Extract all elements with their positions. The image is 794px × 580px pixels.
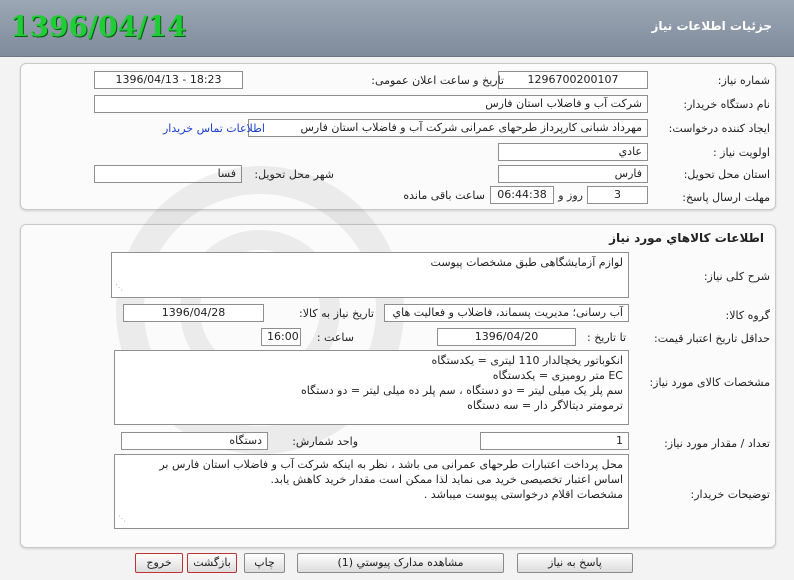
spec-line: ترمومتر دیتالاگر دار = سه دستگاه (467, 399, 623, 412)
back-button[interactable]: بازگشت (187, 553, 237, 573)
group-field: آب رسانی؛ مدیریت پسماند، فاضلاب و فعالیت… (384, 304, 629, 322)
buyer-notes-field: محل پرداخت اعتبارات طرحهای عمرانی می باش… (114, 454, 629, 529)
page-title: جزئیات اطلاعات نیاز (651, 19, 772, 33)
need-date-field: 1396/04/28 (123, 304, 264, 322)
city-label: شهر محل تحویل: (254, 168, 334, 181)
hour-label: ساعت : (316, 331, 354, 344)
province-field: فارس (498, 165, 648, 183)
buyer-org-label: نام دستگاه خریدار: (683, 98, 770, 111)
goods-section-title: اطلاعات کالاهاي مورد نياز (609, 231, 764, 245)
group-label: گروه کالا: (725, 309, 770, 322)
title-bar: 1396/04/14 جزئیات اطلاعات نیاز (0, 0, 794, 57)
print-button[interactable]: چاپ (244, 553, 285, 573)
day-and-label: روز و (558, 189, 583, 202)
description-label: شرح کلی نیاز: (703, 270, 770, 283)
city-field: فسا (94, 165, 242, 183)
qty-field: 1 (480, 432, 629, 450)
attachments-button[interactable]: مشاهده مدارک پیوستي (1) (297, 553, 504, 573)
resize-grip-icon[interactable]: ⋰ (115, 280, 123, 295)
need-date-label: تاریخ نیاز به کالا: (299, 307, 374, 320)
province-label: استان محل تحویل: (683, 168, 770, 181)
buyer-notes-label: توضیحات خریدار: (690, 488, 771, 501)
qty-label: تعداد / مقدار مورد نیاز: (664, 437, 770, 450)
exit-button[interactable]: خروج (135, 553, 183, 573)
priority-label: اولویت نیاز : (712, 146, 770, 159)
resize-grip-icon[interactable]: ⋰ (118, 511, 126, 526)
note-line: محل پرداخت اعتبارات طرحهای عمرانی می باش… (159, 458, 623, 471)
need-number-field: 1296700200107 (498, 71, 648, 89)
unit-label: واحد شمارش: (292, 435, 358, 448)
requester-field: مهرداد شبانی کارپرداز طرحهای عمرانی شرکت… (248, 119, 648, 137)
requester-label: ایجاد کننده درخواست: (668, 122, 770, 135)
buyer-contact-link[interactable]: اطلاعات تماس خریدار (163, 122, 265, 135)
spec-line: انکوباتور یخچالدار 110 لیتری = یکدستگاه (431, 354, 623, 367)
spec-line: EC متر رومیزی = یکدستگاه (492, 369, 623, 382)
buyer-org-field: شرکت آب و فاضلاب استان فارس (94, 95, 648, 113)
days-field: 3 (587, 186, 648, 204)
note-line: مشخصات اقلام درخواستی پیوست میباشد . (423, 488, 623, 501)
until-label: تا تاریخ : (587, 331, 626, 344)
hour-field: 16:00 (261, 328, 301, 346)
announce-label: تاریخ و ساعت اعلان عمومی: (371, 74, 504, 87)
price-date-field: 1396/04/20 (437, 328, 576, 346)
deadline-label: مهلت ارسال پاسخ: (682, 191, 770, 204)
description-field: لوازم آزمایشگاهی طبق مشخصات پیوست ⋰ (111, 252, 629, 298)
spec-line: سم پلر یک میلی لیتر = دو دستگاه ، سم پلر… (301, 384, 623, 397)
description-text: لوازم آزمایشگاهی طبق مشخصات پیوست (430, 256, 623, 269)
unit-field: دستگاه (121, 432, 268, 450)
note-line: اساس اعتبار تخصیصی خرید می نماید لذا ممک… (270, 473, 623, 486)
time-left-field: 06:44:38 (490, 186, 554, 204)
time-left-suffix: ساعت باقی مانده (403, 189, 485, 202)
need-number-label: شماره نیاز: (717, 74, 770, 87)
min-price-date-label: حداقل تاریخ اعتبار قیمت: (654, 332, 770, 345)
specs-field: انکوباتور یخچالدار 110 لیتری = یکدستگاه … (114, 350, 629, 425)
specs-label: مشخصات کالای مورد نیاز: (649, 376, 770, 389)
reply-button[interactable]: پاسخ به نیاز (517, 553, 633, 573)
header-date: 1396/04/14 (10, 10, 187, 43)
priority-field: عادي (498, 143, 648, 161)
announce-field: 1396/04/13 - 18:23 (94, 71, 243, 89)
